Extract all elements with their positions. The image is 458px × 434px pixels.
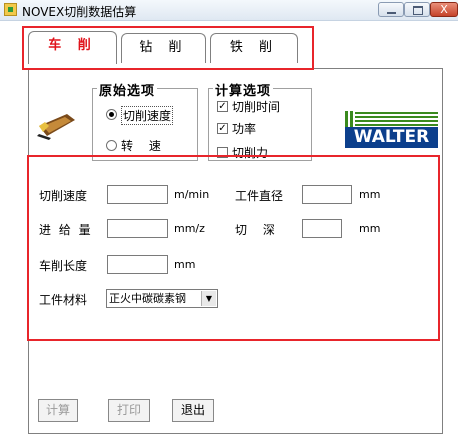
turning-length-label: 车削长度: [39, 259, 88, 273]
checkbox-power[interactable]: ✓: [217, 123, 228, 134]
window-title: NOVEX切削数据估算: [22, 5, 137, 19]
tab-turning[interactable]: 车 削: [28, 31, 117, 64]
close-button[interactable]: X: [430, 2, 458, 17]
radio-cutting-speed[interactable]: [106, 109, 117, 120]
calc-options-title: 计算选项: [213, 80, 274, 99]
radio-cutting-speed-label: 切削速度: [121, 106, 174, 125]
material-select[interactable]: 正火中碳碳素钢 ▼: [106, 289, 218, 308]
checkbox-cutting-time[interactable]: ✓: [217, 101, 228, 112]
depth-unit: mm: [359, 222, 381, 235]
walter-logo: WALTER: [343, 108, 440, 150]
print-button[interactable]: 打印: [108, 399, 150, 422]
walter-logo-text: WALTER: [353, 127, 430, 147]
exit-button[interactable]: 退出: [172, 399, 214, 422]
app-icon: [4, 3, 17, 16]
depth-input[interactable]: [302, 219, 342, 238]
minimize-button[interactable]: [378, 2, 404, 17]
cutting-speed-label: 切削速度: [39, 189, 88, 203]
material-label: 工件材料: [39, 293, 88, 307]
calc-options-group: 计算选项 ✓ 切削时间 ✓ 功率 切削力: [208, 80, 312, 161]
calculate-button[interactable]: 计算: [38, 399, 78, 422]
depth-label: 切 深: [235, 223, 275, 237]
turning-tool-icon: [37, 114, 75, 140]
radio-spindle-speed[interactable]: [106, 140, 117, 151]
cutting-speed-unit: m/min: [174, 188, 210, 201]
material-select-value: 正火中碳碳素钢: [109, 292, 186, 305]
origin-options-group: 原始选项 切削速度 转 速: [92, 80, 198, 161]
feed-label: 进 给 量: [39, 223, 93, 237]
highlight-box-data: [27, 155, 440, 341]
origin-options-title: 原始选项: [97, 80, 158, 99]
chevron-down-icon[interactable]: ▼: [201, 291, 216, 306]
turning-length-unit: mm: [174, 258, 196, 271]
maximize-button[interactable]: [404, 2, 430, 17]
workpiece-diameter-unit: mm: [359, 188, 381, 201]
checkbox-power-label: 功率: [232, 122, 257, 136]
turning-length-input[interactable]: [107, 255, 168, 274]
workpiece-diameter-label: 工件直径: [235, 189, 284, 203]
cutting-speed-input[interactable]: [107, 185, 168, 204]
feed-unit: mm/z: [174, 222, 205, 235]
checkbox-cutting-time-label: 切削时间: [232, 100, 281, 114]
feed-input[interactable]: [107, 219, 168, 238]
radio-spindle-speed-label: 转 速: [121, 139, 161, 153]
workpiece-diameter-input[interactable]: [302, 185, 352, 204]
